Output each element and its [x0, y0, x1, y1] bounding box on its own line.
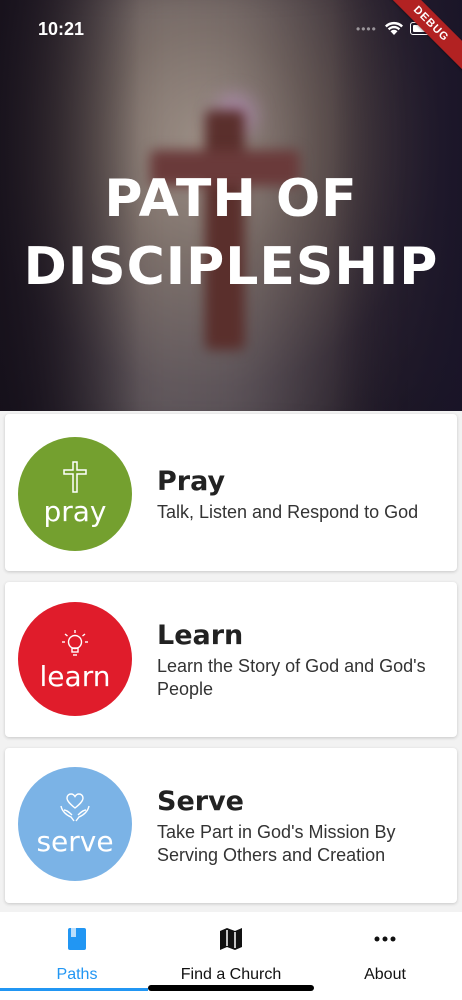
path-card-serve[interactable]: serve Serve Take Part in God's Mission B… — [5, 748, 457, 903]
page-title: PATH OF DISCIPLESHIP — [0, 165, 462, 301]
serve-badge: serve — [18, 767, 132, 881]
active-tab-indicator — [0, 988, 148, 991]
cross-icon — [62, 459, 88, 493]
home-indicator[interactable] — [148, 985, 314, 991]
status-time: 10:21 — [38, 19, 85, 39]
map-icon — [154, 926, 308, 952]
status-bar: 10:21 •••• — [0, 0, 462, 60]
more-horiz-icon — [308, 926, 462, 952]
tab-about[interactable]: About — [308, 912, 462, 1000]
title-line-2: DISCIPLESHIP — [23, 237, 439, 297]
signal-icon: •••• — [356, 22, 377, 36]
path-card-pray[interactable]: pray Pray Talk, Listen and Respond to Go… — [5, 414, 457, 571]
learn-title: Learn — [157, 620, 244, 651]
pray-title: Pray — [157, 466, 226, 497]
heart-hands-icon — [58, 789, 92, 823]
pray-badge-label: pray — [43, 495, 107, 528]
pray-description: Talk, Listen and Respond to God — [157, 502, 419, 522]
book-icon — [0, 926, 154, 952]
serve-badge-label: serve — [36, 825, 114, 858]
pray-badge: pray — [18, 437, 132, 551]
serve-description: Take Part in God's Mission By Serving Ot… — [157, 822, 396, 865]
learn-badge: learn — [18, 602, 132, 716]
serve-title: Serve — [157, 786, 244, 817]
tab-about-label: About — [364, 966, 406, 983]
lightbulb-icon — [60, 624, 90, 658]
wifi-icon — [384, 20, 404, 41]
tab-find-a-church-label: Find a Church — [180, 966, 282, 983]
title-line-1: PATH OF — [104, 169, 358, 229]
learn-description: Learn the Story of God and God's People — [157, 656, 426, 699]
hero-banner: PATH OF DISCIPLESHIP — [0, 0, 462, 411]
path-card-learn[interactable]: learn Learn Learn the Story of God and G… — [5, 582, 457, 737]
tab-paths-label: Paths — [56, 966, 98, 983]
tab-paths[interactable]: Paths — [0, 912, 154, 1000]
learn-badge-label: learn — [39, 660, 111, 693]
